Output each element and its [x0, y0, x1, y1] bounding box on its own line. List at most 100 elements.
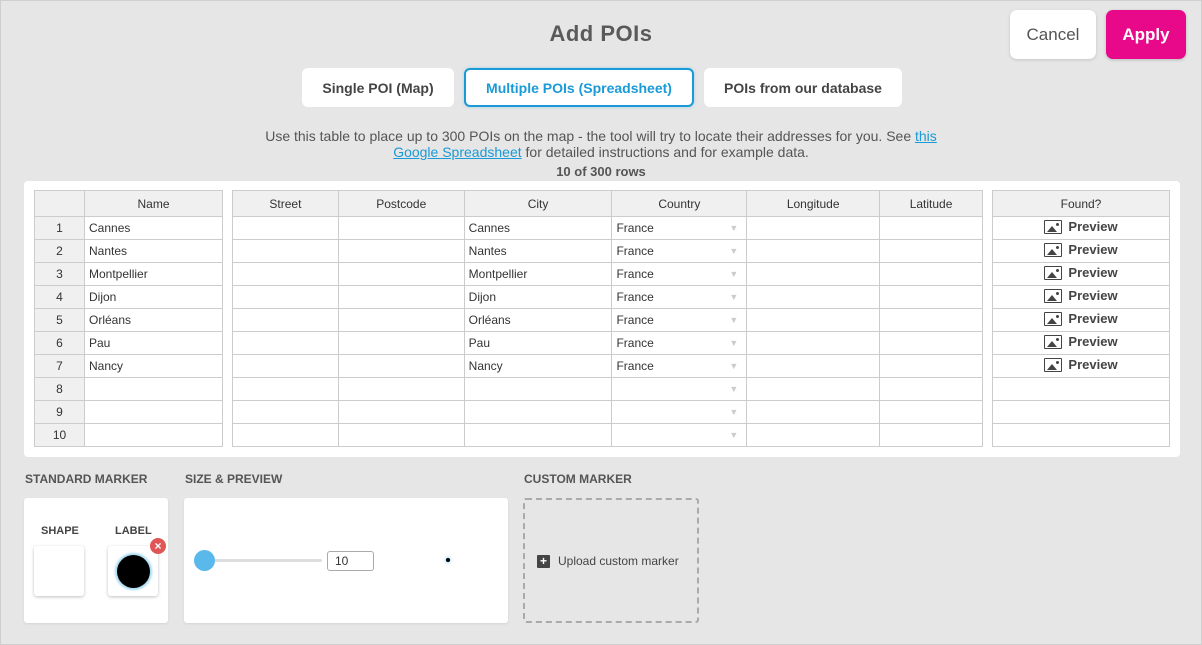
longitude-cell[interactable]	[746, 423, 881, 447]
preview-button[interactable]: Preview	[1044, 334, 1118, 349]
street-cell[interactable]	[232, 308, 339, 332]
name-cell[interactable]: Pau	[84, 331, 223, 355]
longitude-cell[interactable]	[746, 216, 881, 240]
longitude-cell[interactable]	[746, 331, 881, 355]
city-cell[interactable]	[463, 423, 613, 447]
postcode-cell[interactable]	[337, 239, 465, 263]
country-cell[interactable]: ▼	[611, 377, 748, 401]
dropdown-arrow-icon[interactable]: ▼	[729, 407, 738, 417]
latitude-cell[interactable]	[879, 354, 983, 378]
name-cell[interactable]: Montpellier	[84, 262, 223, 286]
city-cell[interactable]: Pau	[463, 331, 613, 355]
street-cell[interactable]	[232, 377, 339, 401]
postcode-cell[interactable]	[337, 331, 465, 355]
city-cell[interactable]: Montpellier	[463, 262, 613, 286]
apply-button[interactable]: Apply	[1106, 10, 1186, 59]
latitude-cell[interactable]	[879, 377, 983, 401]
country-cell[interactable]: France ▼	[611, 216, 748, 240]
postcode-cell[interactable]	[337, 377, 465, 401]
postcode-cell[interactable]	[337, 400, 465, 424]
street-cell[interactable]	[232, 331, 339, 355]
country-cell[interactable]: France ▼	[611, 285, 748, 309]
name-cell[interactable]: Orléans	[84, 308, 223, 332]
longitude-cell[interactable]	[746, 377, 881, 401]
dropdown-arrow-icon[interactable]: ▼	[729, 223, 738, 233]
dropdown-arrow-icon[interactable]: ▼	[729, 246, 738, 256]
name-cell[interactable]	[84, 400, 223, 424]
dropdown-arrow-icon[interactable]: ▼	[729, 292, 738, 302]
postcode-cell[interactable]	[337, 354, 465, 378]
longitude-cell[interactable]	[746, 354, 881, 378]
upload-custom-marker-button[interactable]: + Upload custom marker	[537, 554, 679, 568]
city-cell[interactable]: Nancy	[463, 354, 613, 378]
city-cell[interactable]	[463, 400, 613, 424]
latitude-cell[interactable]	[879, 331, 983, 355]
dropdown-arrow-icon[interactable]: ▼	[729, 384, 738, 394]
name-cell[interactable]: Dijon	[84, 285, 223, 309]
preview-button[interactable]: Preview	[1044, 242, 1118, 257]
postcode-cell[interactable]	[337, 308, 465, 332]
shape-selector[interactable]	[34, 546, 84, 596]
size-input[interactable]	[327, 551, 374, 571]
preview-button[interactable]: Preview	[1044, 357, 1118, 372]
city-cell[interactable]: Dijon	[463, 285, 613, 309]
size-slider-handle[interactable]	[194, 550, 215, 571]
name-cell[interactable]	[84, 377, 223, 401]
name-cell[interactable]: Cannes	[84, 216, 223, 240]
street-cell[interactable]	[232, 216, 339, 240]
street-cell[interactable]	[232, 354, 339, 378]
longitude-cell[interactable]	[746, 262, 881, 286]
country-cell[interactable]: France ▼	[611, 239, 748, 263]
postcode-cell[interactable]	[337, 423, 465, 447]
dropdown-arrow-icon[interactable]: ▼	[729, 361, 738, 371]
city-cell[interactable]: Orléans	[463, 308, 613, 332]
latitude-cell[interactable]	[879, 285, 983, 309]
tab-single-poi[interactable]: Single POI (Map)	[302, 68, 454, 107]
latitude-cell[interactable]	[879, 400, 983, 424]
dropdown-arrow-icon[interactable]: ▼	[729, 430, 738, 440]
city-cell[interactable]: Nantes	[463, 239, 613, 263]
preview-button[interactable]: Preview	[1044, 288, 1118, 303]
latitude-cell[interactable]	[879, 423, 983, 447]
dropdown-arrow-icon[interactable]: ▼	[729, 269, 738, 279]
label-selector[interactable]	[108, 546, 158, 596]
tab-pois-database[interactable]: POIs from our database	[704, 68, 902, 107]
country-cell[interactable]: ▼	[611, 423, 748, 447]
country-cell[interactable]: France ▼	[611, 331, 748, 355]
preview-button[interactable]: Preview	[1044, 311, 1118, 326]
longitude-cell[interactable]	[746, 308, 881, 332]
longitude-cell[interactable]	[746, 239, 881, 263]
preview-button[interactable]: Preview	[1044, 265, 1118, 280]
street-cell[interactable]	[232, 423, 339, 447]
custom-marker-dropzone[interactable]: + Upload custom marker	[523, 498, 699, 623]
country-cell[interactable]: France ▼	[611, 262, 748, 286]
city-cell[interactable]	[463, 377, 613, 401]
name-cell[interactable]: Nantes	[84, 239, 223, 263]
cancel-button[interactable]: Cancel	[1010, 10, 1096, 59]
dropdown-arrow-icon[interactable]: ▼	[729, 338, 738, 348]
longitude-cell[interactable]	[746, 400, 881, 424]
close-icon[interactable]: ×	[150, 538, 166, 554]
size-slider-track[interactable]	[204, 559, 322, 562]
city-cell[interactable]: Cannes	[463, 216, 613, 240]
postcode-cell[interactable]	[337, 216, 465, 240]
dropdown-arrow-icon[interactable]: ▼	[729, 315, 738, 325]
latitude-cell[interactable]	[879, 216, 983, 240]
street-cell[interactable]	[232, 285, 339, 309]
tab-multiple-pois[interactable]: Multiple POIs (Spreadsheet)	[464, 68, 694, 107]
name-cell[interactable]	[84, 423, 223, 447]
country-cell[interactable]: ▼	[611, 400, 748, 424]
postcode-cell[interactable]	[337, 262, 465, 286]
street-cell[interactable]	[232, 262, 339, 286]
latitude-cell[interactable]	[879, 239, 983, 263]
postcode-cell[interactable]	[337, 285, 465, 309]
street-cell[interactable]	[232, 239, 339, 263]
preview-button[interactable]: Preview	[1044, 219, 1118, 234]
latitude-cell[interactable]	[879, 262, 983, 286]
longitude-cell[interactable]	[746, 285, 881, 309]
name-cell[interactable]: Nancy	[84, 354, 223, 378]
latitude-cell[interactable]	[879, 308, 983, 332]
country-cell[interactable]: France ▼	[611, 354, 748, 378]
country-cell[interactable]: France ▼	[611, 308, 748, 332]
street-cell[interactable]	[232, 400, 339, 424]
